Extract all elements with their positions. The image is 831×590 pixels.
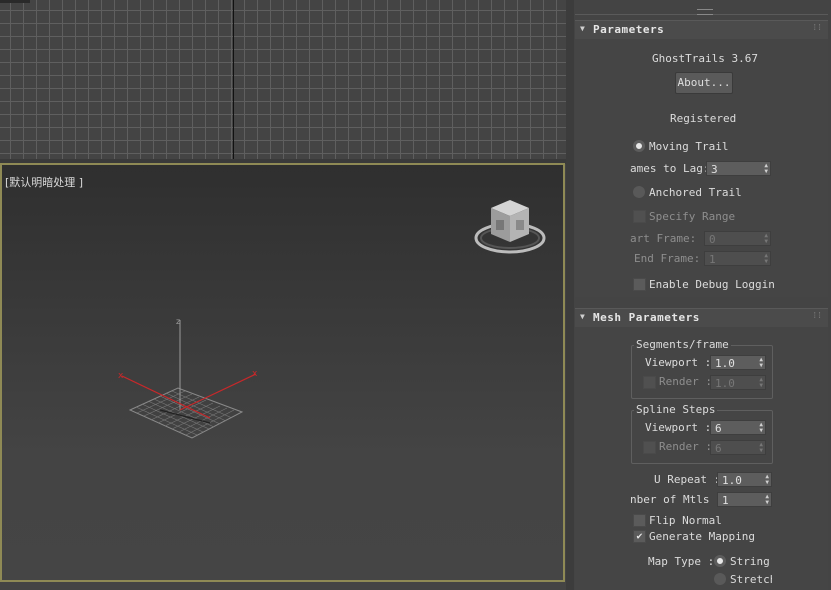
map-type-string-label: String [730, 555, 770, 568]
panel-grip[interactable] [697, 9, 713, 15]
spline-render-spinner[interactable]: 6 ▲ ▼ [710, 440, 766, 455]
segments-render-checkbox[interactable] [643, 376, 656, 389]
version-label: GhostTrails 3.67 [652, 52, 758, 65]
anchored-trail-radio[interactable] [633, 186, 645, 198]
segments-viewport-spinner[interactable]: 1.0 ▲ ▼ [710, 355, 766, 370]
spinner-arrows-icon[interactable]: ▲ ▼ [759, 357, 763, 369]
spinner-arrows-icon[interactable]: ▲ ▼ [765, 494, 769, 506]
rollout-title: Parameters [593, 23, 665, 36]
checkmark-icon: ✔ [636, 531, 643, 542]
top-viewport[interactable] [0, 0, 566, 159]
generate-mapping-checkbox[interactable]: ✔ [633, 530, 646, 543]
spline-viewport-spinner[interactable]: 6 ▲ ▼ [710, 420, 766, 435]
end-frame-spinner[interactable]: 1 ▲ ▼ [704, 251, 771, 266]
scene-grid-gizmo: z x x [118, 317, 258, 439]
about-button[interactable]: About... [675, 72, 733, 94]
number-of-mtls-spinner[interactable]: 1 ▲ ▼ [717, 492, 772, 507]
viewcube-icon[interactable] [470, 196, 550, 260]
start-frame-spinner[interactable]: 0 ▲ ▼ [704, 231, 771, 246]
moving-trail-radio[interactable] [633, 140, 645, 152]
registration-status: Registered [670, 112, 737, 125]
segments-render-spinner[interactable]: 1.0 ▲ ▼ [710, 375, 766, 390]
map-type-string-radio[interactable] [714, 555, 726, 567]
rollout-grip-icon: ⁞⁞ [812, 311, 822, 320]
collapse-triangle-icon: ▼ [580, 312, 585, 321]
segments-frame-title: Segments/frame [634, 338, 731, 351]
number-of-mtls-label: nber of Mtls : [630, 493, 723, 506]
moving-trail-label: Moving Trail [649, 140, 729, 153]
flip-normal-checkbox[interactable] [633, 514, 646, 527]
collapse-triangle-icon: ▼ [580, 24, 585, 33]
map-type-stretch-label: Stretch [730, 573, 772, 586]
u-repeat-spinner[interactable]: 1.0 ▲ ▼ [717, 472, 772, 487]
frames-to-lag-label: ames to Lag: [630, 162, 710, 175]
spline-steps-title: Spline Steps [634, 403, 718, 416]
flip-normal-label: Flip Normal [649, 514, 722, 527]
spline-viewport-label: Viewport : [645, 421, 712, 434]
svg-text:x: x [252, 369, 258, 379]
segments-viewport-label: Viewport : [645, 356, 712, 369]
debug-logging-label: Enable Debug Loggin [649, 278, 775, 291]
map-type-stretch-radio[interactable] [714, 573, 726, 585]
specify-range-checkbox[interactable] [633, 210, 646, 223]
svg-text:x: x [118, 371, 124, 381]
rollout-grip-icon: ⁞⁞ [812, 23, 822, 32]
spinner-arrows-icon[interactable]: ▲ ▼ [764, 253, 768, 265]
anchored-trail-label: Anchored Trail [649, 186, 742, 199]
parameters-rollout-header[interactable]: ▼ Parameters ⁞⁞ [575, 20, 828, 39]
spline-render-checkbox[interactable] [643, 441, 656, 454]
svg-text:z: z [176, 317, 180, 326]
spinner-arrows-icon[interactable]: ▲ ▼ [759, 422, 763, 434]
grid-axis-line [233, 0, 234, 159]
map-type-label: Map Type : [648, 555, 715, 568]
spline-render-label: Render : [659, 440, 712, 453]
viewport-shading-label[interactable]: [默认明暗处理 ] [5, 174, 83, 190]
panel-splitter[interactable] [566, 0, 574, 590]
debug-logging-checkbox[interactable] [633, 278, 646, 291]
spinner-arrows-icon[interactable]: ▲ ▼ [764, 163, 768, 175]
spinner-arrows-icon[interactable]: ▲ ▼ [765, 474, 769, 486]
frames-to-lag-spinner[interactable]: 3 ▲ ▼ [706, 161, 771, 176]
segments-frame-group [631, 345, 773, 399]
spinner-arrows-icon[interactable]: ▲ ▼ [759, 442, 763, 454]
end-frame-label: End Frame: [634, 252, 701, 265]
spline-steps-group [631, 410, 773, 464]
mesh-parameters-rollout-header[interactable]: ▼ Mesh Parameters ⁞⁞ [575, 308, 828, 327]
start-frame-label: art Frame: [630, 232, 697, 245]
segments-render-label: Render : [659, 375, 712, 388]
generate-mapping-label: Generate Mapping [649, 530, 755, 543]
u-repeat-label: U Repeat : [654, 473, 721, 486]
viewport-corner [0, 0, 30, 3]
specify-range-label: Specify Range [649, 210, 736, 223]
spinner-arrows-icon[interactable]: ▲ ▼ [764, 233, 768, 245]
rollout-title: Mesh Parameters [593, 311, 700, 324]
spinner-arrows-icon[interactable]: ▲ ▼ [759, 377, 763, 389]
